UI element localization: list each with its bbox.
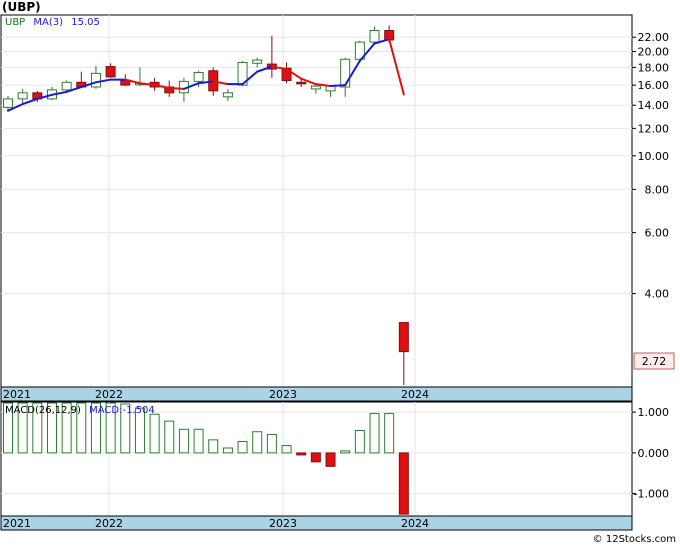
price-legend: UBP MA(3) 15.05 bbox=[5, 17, 100, 28]
macd-bar-positive bbox=[208, 439, 219, 454]
macd-legend-label: MACD(26,12,9) bbox=[5, 405, 81, 416]
stock-chart: 22.00 20.00 18.00 16.00 14.00 12.00 10.00 8.00 6… bbox=[0, 0, 676, 545]
watermark: © 12Stocks.com bbox=[593, 534, 676, 545]
candle-body-up bbox=[3, 98, 13, 108]
legend-ma-label: MA(3) bbox=[33, 17, 63, 28]
macd-tick-label: -1.000 bbox=[634, 488, 669, 501]
macd-year-label: 2023 bbox=[269, 517, 297, 530]
macd-tick-label: 1.000 bbox=[638, 406, 670, 419]
chart-title: (UBP) bbox=[2, 0, 41, 14]
chart-stage: 22.00 20.00 18.00 16.00 14.00 12.00 10.00 8.00 6… bbox=[0, 0, 680, 546]
year-label: 2021 bbox=[3, 388, 31, 401]
candle-body-up bbox=[252, 59, 263, 64]
candle-body-up bbox=[310, 85, 321, 90]
price-tick-label: 16.00 bbox=[638, 79, 670, 92]
year-label: 2024 bbox=[401, 388, 429, 401]
candle-body-up bbox=[61, 81, 72, 91]
candle-body-up bbox=[369, 30, 380, 43]
candle-body-up bbox=[222, 92, 233, 98]
legend-ticker: UBP bbox=[5, 17, 25, 28]
year-label: 2022 bbox=[95, 388, 123, 401]
macd-bar-positive bbox=[178, 428, 189, 454]
macd-tick-label: 0.000 bbox=[638, 447, 670, 460]
macd-bar-negative bbox=[325, 452, 336, 467]
candle-body-up bbox=[340, 58, 351, 88]
candle-body-down bbox=[398, 322, 409, 353]
macd-year-label: 2022 bbox=[95, 517, 123, 530]
macd-bar-positive bbox=[237, 440, 248, 454]
macd-bar-positive bbox=[252, 431, 263, 454]
macd-bar-positive bbox=[369, 412, 380, 454]
ma-segment bbox=[329, 84, 347, 88]
candle bbox=[354, 40, 365, 63]
price-tick-label: 18.00 bbox=[638, 61, 670, 74]
price-tick-label: 22.00 bbox=[638, 31, 670, 44]
ma-segment bbox=[168, 86, 185, 90]
price-tick-label: 14.00 bbox=[638, 99, 670, 112]
candle-body-down bbox=[105, 66, 116, 78]
price-tick-label: 4.00 bbox=[645, 288, 670, 301]
macd-year-label: 2021 bbox=[3, 517, 31, 530]
price-tick-label: 20.00 bbox=[638, 46, 670, 59]
year-label: 2023 bbox=[269, 388, 297, 401]
macd-bar-positive bbox=[193, 428, 204, 454]
macd-bar-negative bbox=[310, 452, 321, 463]
price-tick-label: 8.00 bbox=[645, 183, 670, 196]
candle-body-up bbox=[193, 71, 204, 82]
macd-bar-positive bbox=[354, 430, 365, 454]
price-tick-label: 12.00 bbox=[638, 122, 670, 135]
macd-legend-value: MACD:-1.504 bbox=[89, 405, 155, 416]
candle-body-down bbox=[296, 81, 307, 85]
candle-body-up bbox=[90, 72, 101, 88]
macd-bar-negative bbox=[398, 452, 409, 515]
price-tick-label: 10.00 bbox=[638, 150, 670, 163]
macd-year-label: 2024 bbox=[401, 517, 429, 530]
macd-bar-positive bbox=[149, 413, 160, 454]
macd-bar-positive bbox=[340, 450, 351, 454]
price-tick-label: 6.00 bbox=[645, 227, 670, 240]
macd-bar-positive bbox=[222, 447, 233, 454]
last-price-label: 2.72 bbox=[642, 355, 667, 368]
macd-legend: MACD(26,12,9) MACD:-1.504 bbox=[5, 405, 155, 416]
macd-bar-negative bbox=[296, 452, 307, 456]
candle-body-up bbox=[17, 92, 28, 100]
macd-bar-positive bbox=[281, 445, 292, 454]
legend-ma-value: 15.05 bbox=[71, 17, 100, 28]
macd-bar-positive bbox=[384, 412, 395, 454]
macd-bar-positive bbox=[266, 434, 277, 454]
macd-bar-positive bbox=[164, 420, 175, 454]
